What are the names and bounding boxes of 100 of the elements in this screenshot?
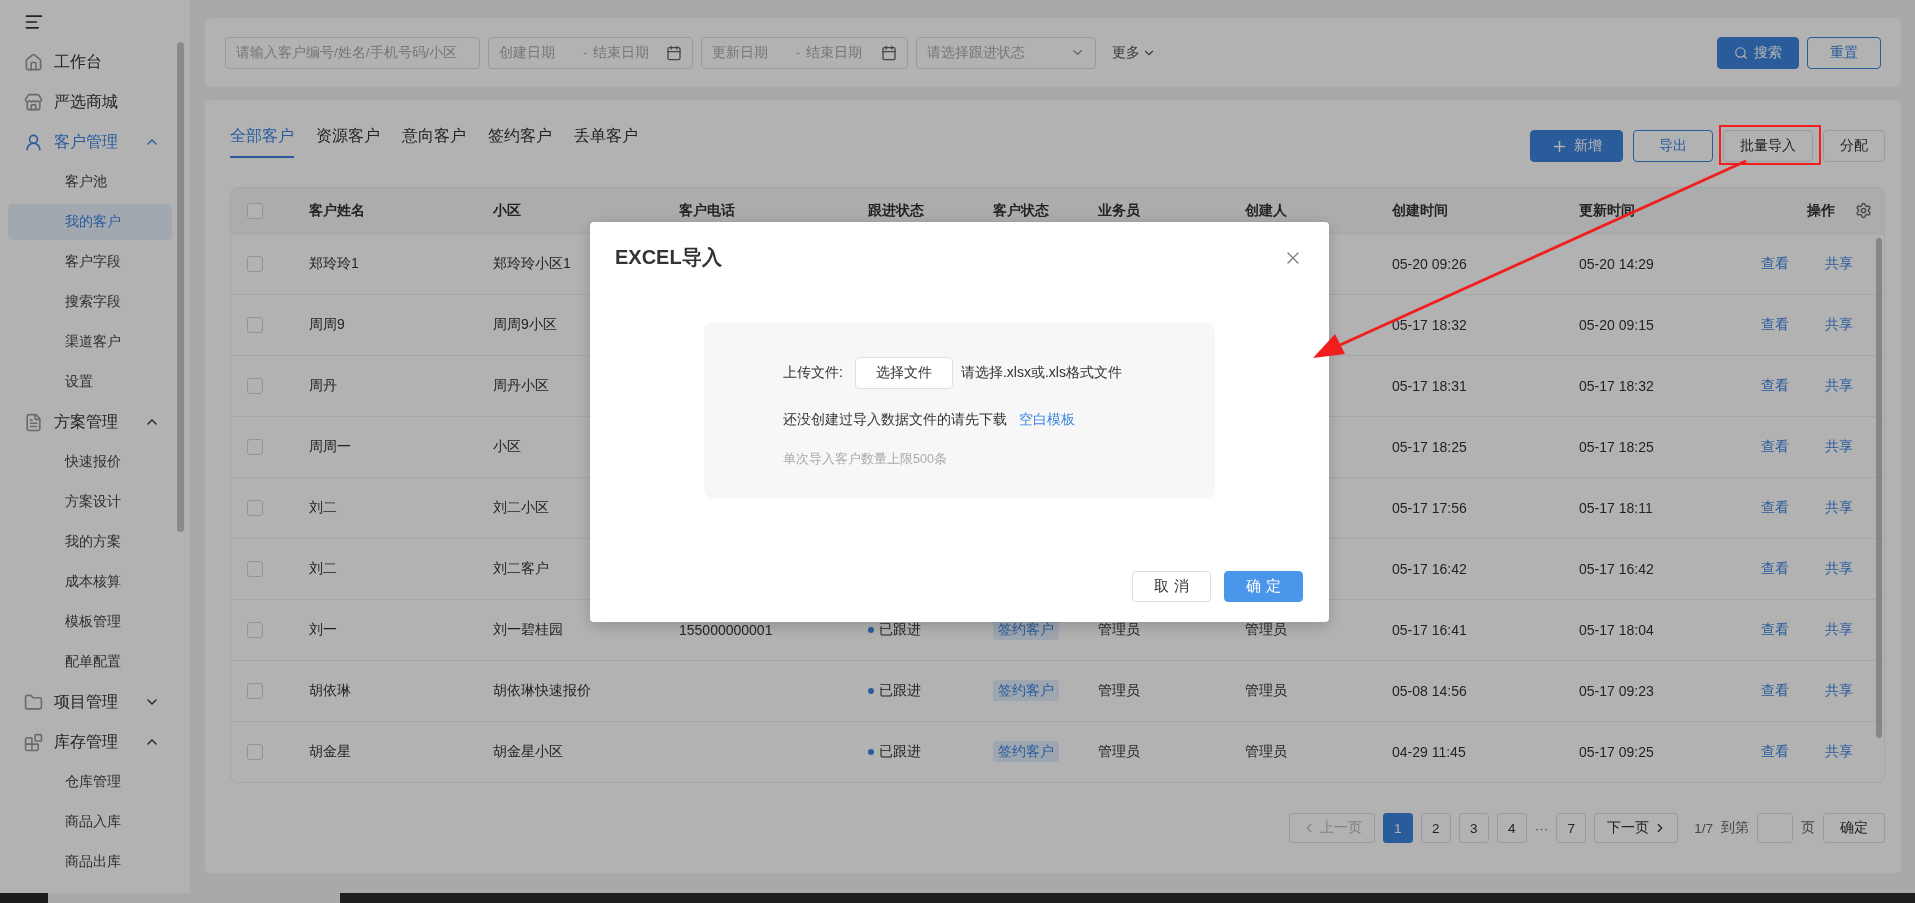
page-button[interactable]: 2 [1420, 813, 1451, 843]
search-icon [1734, 45, 1748, 60]
checkbox[interactable] [247, 317, 263, 333]
table-cell-text: 05-20 14:29 [1578, 256, 1655, 272]
tab[interactable]: 资源客户 [316, 126, 380, 158]
table-cell-text: 胡依琳 [308, 682, 352, 700]
confirm-button[interactable]: 确 定 [1224, 571, 1303, 602]
row-link[interactable]: 共享 [1825, 621, 1853, 639]
row-link[interactable]: 查看 [1761, 682, 1789, 700]
scrollbar[interactable] [177, 42, 184, 532]
menu-group[interactable]: 库存管理 [0, 722, 190, 762]
download-hint: 还没创建过导入数据文件的请先下载 [783, 411, 1007, 429]
page-button[interactable]: 4 [1496, 813, 1527, 843]
table-cell-text: 小区 [492, 438, 522, 456]
row-link[interactable]: 查看 [1761, 438, 1789, 456]
menu-item[interactable]: 客户池 [8, 164, 172, 200]
menu-group[interactable]: 客户管理 [0, 122, 190, 162]
table-cell: 已跟进 [879, 743, 921, 761]
menu-item[interactable]: 客户字段 [8, 244, 172, 280]
file-hint: 请选择.xlsx或.xls格式文件 [960, 364, 1122, 382]
page-button[interactable]: 3 [1458, 813, 1489, 843]
status-tag: 签约客户 [993, 680, 1059, 701]
scrollbar[interactable] [1876, 238, 1882, 738]
row-link[interactable]: 查看 [1761, 377, 1789, 395]
action-button[interactable]: 批量导入 [1723, 130, 1813, 162]
menu-item[interactable]: 商品入库 [8, 804, 172, 840]
menu-item[interactable]: 商品出库 [8, 844, 172, 880]
checkbox[interactable] [247, 683, 263, 699]
choose-file-button[interactable]: 选择文件 [854, 357, 953, 389]
row-link[interactable]: 共享 [1825, 255, 1853, 273]
menu-item[interactable]: 成本核算 [8, 564, 172, 600]
menu-item[interactable]: 我的客户 [8, 204, 172, 240]
checkbox[interactable] [247, 439, 263, 455]
page-button[interactable]: 7 [1556, 813, 1587, 843]
tab[interactable]: 意向客户 [402, 126, 466, 158]
table-cell-text: 刘一 [308, 621, 338, 639]
template-link[interactable]: 空白模板 [1019, 411, 1075, 429]
menu-item[interactable]: 渠道客户 [8, 324, 172, 360]
status-dot [868, 627, 874, 633]
action-button[interactable]: 导出 [1633, 130, 1713, 162]
menu-group[interactable]: 工作台 [0, 42, 190, 82]
table-cell-text: 05-17 18:25 [1391, 439, 1468, 455]
row-link[interactable]: 查看 [1761, 499, 1789, 517]
row-link[interactable]: 查看 [1761, 255, 1789, 273]
checkbox[interactable] [247, 202, 263, 219]
table-cell-text: 05-17 16:42 [1578, 561, 1655, 577]
page-button[interactable]: 1 [1382, 813, 1413, 843]
checkbox[interactable] [247, 500, 263, 516]
row-link[interactable]: 查看 [1761, 316, 1789, 334]
row-link[interactable]: 共享 [1825, 743, 1853, 761]
table-cell-text: 05-20 09:26 [1391, 256, 1468, 272]
table-cell-text: 周丹 [308, 377, 338, 395]
action-button[interactable]: 新增 [1530, 130, 1623, 162]
menu-item[interactable]: 模板管理 [8, 604, 172, 640]
menu-item[interactable]: 仓库管理 [8, 764, 172, 800]
page-input[interactable] [1757, 813, 1793, 843]
table-cell-text: 刘二小区 [492, 499, 550, 517]
menu-item[interactable]: 搜索字段 [8, 284, 172, 320]
upload-label: 上传文件: [783, 364, 843, 382]
menu-icon[interactable] [24, 12, 44, 32]
row-link[interactable]: 查看 [1761, 743, 1789, 761]
menu-item[interactable]: 快速报价 [8, 444, 172, 480]
goto-confirm-button[interactable]: 确定 [1823, 813, 1885, 843]
tab[interactable]: 丢单客户 [574, 126, 638, 158]
table-cell-text: 周周一 [308, 438, 352, 456]
table-cell-text: 胡依琳快速报价 [492, 682, 592, 700]
tab[interactable]: 签约客户 [488, 126, 552, 158]
column-header: 业务员 [1097, 201, 1141, 220]
reset-button[interactable]: 重置 [1807, 36, 1881, 69]
next-page-button[interactable]: 下一页 [1594, 813, 1679, 843]
menu-group[interactable]: 方案管理 [0, 402, 190, 442]
table-cell-text: 胡金星 [308, 743, 352, 761]
menu-group[interactable]: 严选商城 [0, 82, 190, 122]
checkbox[interactable] [247, 622, 263, 638]
row-link[interactable]: 查看 [1761, 560, 1789, 578]
checkbox[interactable] [247, 256, 263, 272]
document-icon [24, 412, 43, 432]
menu-group[interactable]: 项目管理 [0, 682, 190, 722]
checkbox[interactable] [247, 744, 263, 760]
checkbox[interactable] [247, 378, 263, 394]
tab[interactable]: 全部客户 [230, 126, 294, 158]
checkbox[interactable] [247, 561, 263, 577]
row-link[interactable]: 共享 [1825, 438, 1853, 456]
row-link[interactable]: 共享 [1825, 499, 1853, 517]
row-link[interactable]: 共享 [1825, 560, 1853, 578]
column-header: 创建时间 [1391, 201, 1449, 220]
menu-item[interactable]: 我的方案 [8, 524, 172, 560]
row-link[interactable]: 共享 [1825, 316, 1853, 334]
row-link[interactable]: 共享 [1825, 377, 1853, 395]
settings-icon[interactable] [1855, 202, 1872, 219]
menu-item[interactable]: 方案设计 [8, 484, 172, 520]
cancel-button[interactable]: 取 消 [1132, 571, 1211, 602]
row-link[interactable]: 共享 [1825, 682, 1853, 700]
more-button[interactable]: 更多 [1104, 43, 1164, 62]
action-button[interactable]: 分配 [1823, 130, 1885, 162]
menu-item[interactable]: 配单配置 [8, 644, 172, 680]
page-suffix: 页 [1801, 819, 1815, 837]
search-button[interactable]: 搜索 [1717, 36, 1799, 69]
menu-item[interactable]: 设置 [8, 364, 172, 400]
row-link[interactable]: 查看 [1761, 621, 1789, 639]
